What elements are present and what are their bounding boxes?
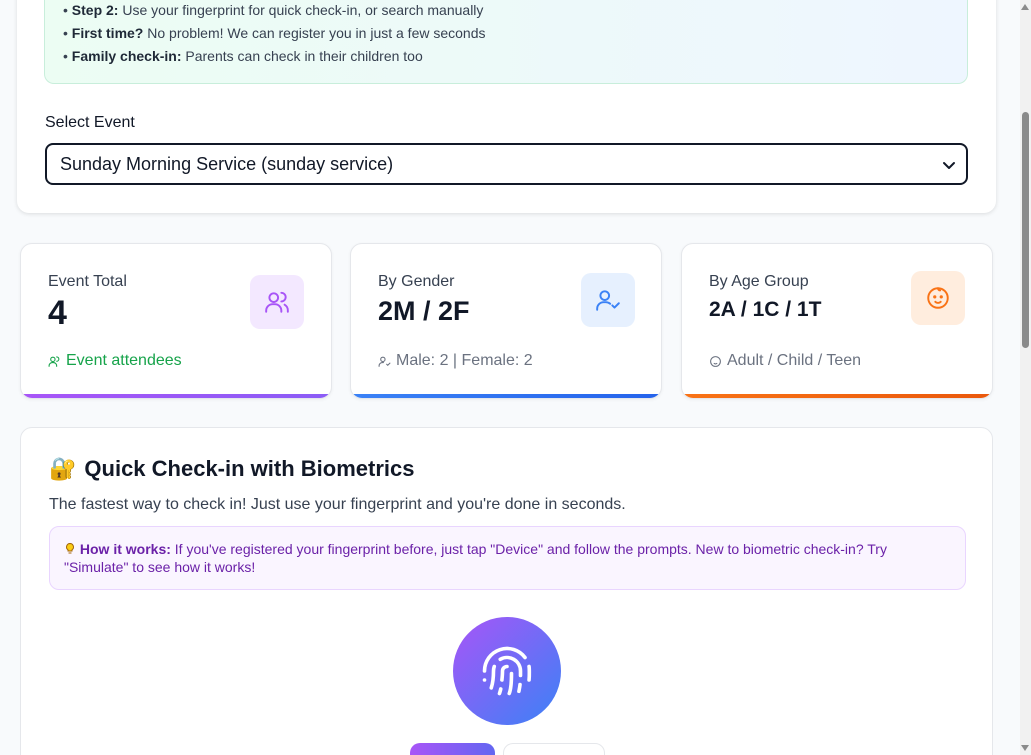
scroll-up-arrow[interactable] bbox=[1021, 4, 1029, 10]
baby-small-icon bbox=[710, 355, 721, 367]
users-icon bbox=[250, 275, 304, 329]
biometric-description: The fastest way to check in! Just use yo… bbox=[49, 496, 626, 513]
stat-subtext: Event attendees bbox=[48, 352, 182, 370]
page-scrollbar[interactable] bbox=[1020, 0, 1031, 755]
scroll-thumb[interactable] bbox=[1022, 112, 1029, 348]
how-it-works-box: How it works: If you've registered your … bbox=[49, 526, 966, 590]
stat-label: Event Total bbox=[48, 273, 127, 290]
accent-bar bbox=[351, 394, 661, 398]
stat-card-by-gender: By Gender 2M / 2F Male: 2 | Female: 2 bbox=[350, 243, 662, 399]
stat-label: By Gender bbox=[378, 273, 455, 290]
user-small-icon bbox=[378, 356, 391, 367]
accent-bar bbox=[682, 394, 992, 398]
stat-card-by-age: By Age Group 2A / 1C / 1T Adult / Child … bbox=[681, 243, 993, 399]
device-button[interactable] bbox=[410, 743, 495, 755]
stat-value: 4 bbox=[48, 294, 67, 332]
instructions-box: • Step 2: Use your fingerprint for quick… bbox=[44, 0, 968, 84]
event-selection-card: • Step 2: Use your fingerprint for quick… bbox=[17, 0, 996, 213]
stat-label: By Age Group bbox=[709, 273, 809, 290]
checkin-page: • Step 2: Use your fingerprint for quick… bbox=[0, 0, 1031, 755]
select-event-label: Select Event bbox=[45, 114, 135, 131]
accent-bar bbox=[21, 394, 331, 398]
event-select-value: Sunday Morning Service (sunday service) bbox=[60, 153, 394, 174]
chevron-down-icon bbox=[943, 162, 955, 169]
user-check-icon bbox=[581, 273, 635, 327]
simulate-button[interactable] bbox=[503, 743, 605, 755]
stat-value: 2A / 1C / 1T bbox=[709, 298, 822, 321]
instruction-family: • Family check-in: Parents can check in … bbox=[63, 48, 423, 64]
scroll-down-arrow[interactable] bbox=[1021, 745, 1029, 751]
stat-value: 2M / 2F bbox=[378, 296, 470, 326]
lock-icon: 🔐 bbox=[49, 456, 77, 481]
stat-card-event-total: Event Total 4 Event attendees bbox=[20, 243, 332, 399]
lightbulb-icon bbox=[66, 542, 74, 554]
baby-icon bbox=[911, 271, 965, 325]
biometric-title: 🔐 Quick Check-in with Biometrics bbox=[49, 456, 415, 481]
instruction-step2: • Step 2: Use your fingerprint for quick… bbox=[63, 2, 484, 18]
biometric-checkin-card: 🔐 Quick Check-in with Biometrics The fas… bbox=[20, 427, 993, 755]
stat-subtext: Adult / Child / Teen bbox=[709, 352, 861, 370]
stat-subtext: Male: 2 | Female: 2 bbox=[378, 352, 533, 370]
users-small-icon bbox=[48, 355, 60, 367]
instruction-first-time: • First time? No problem! We can registe… bbox=[63, 25, 486, 41]
fingerprint-button[interactable] bbox=[453, 617, 561, 725]
event-select[interactable]: Sunday Morning Service (sunday service) bbox=[45, 143, 968, 185]
fingerprint-icon bbox=[482, 646, 532, 696]
